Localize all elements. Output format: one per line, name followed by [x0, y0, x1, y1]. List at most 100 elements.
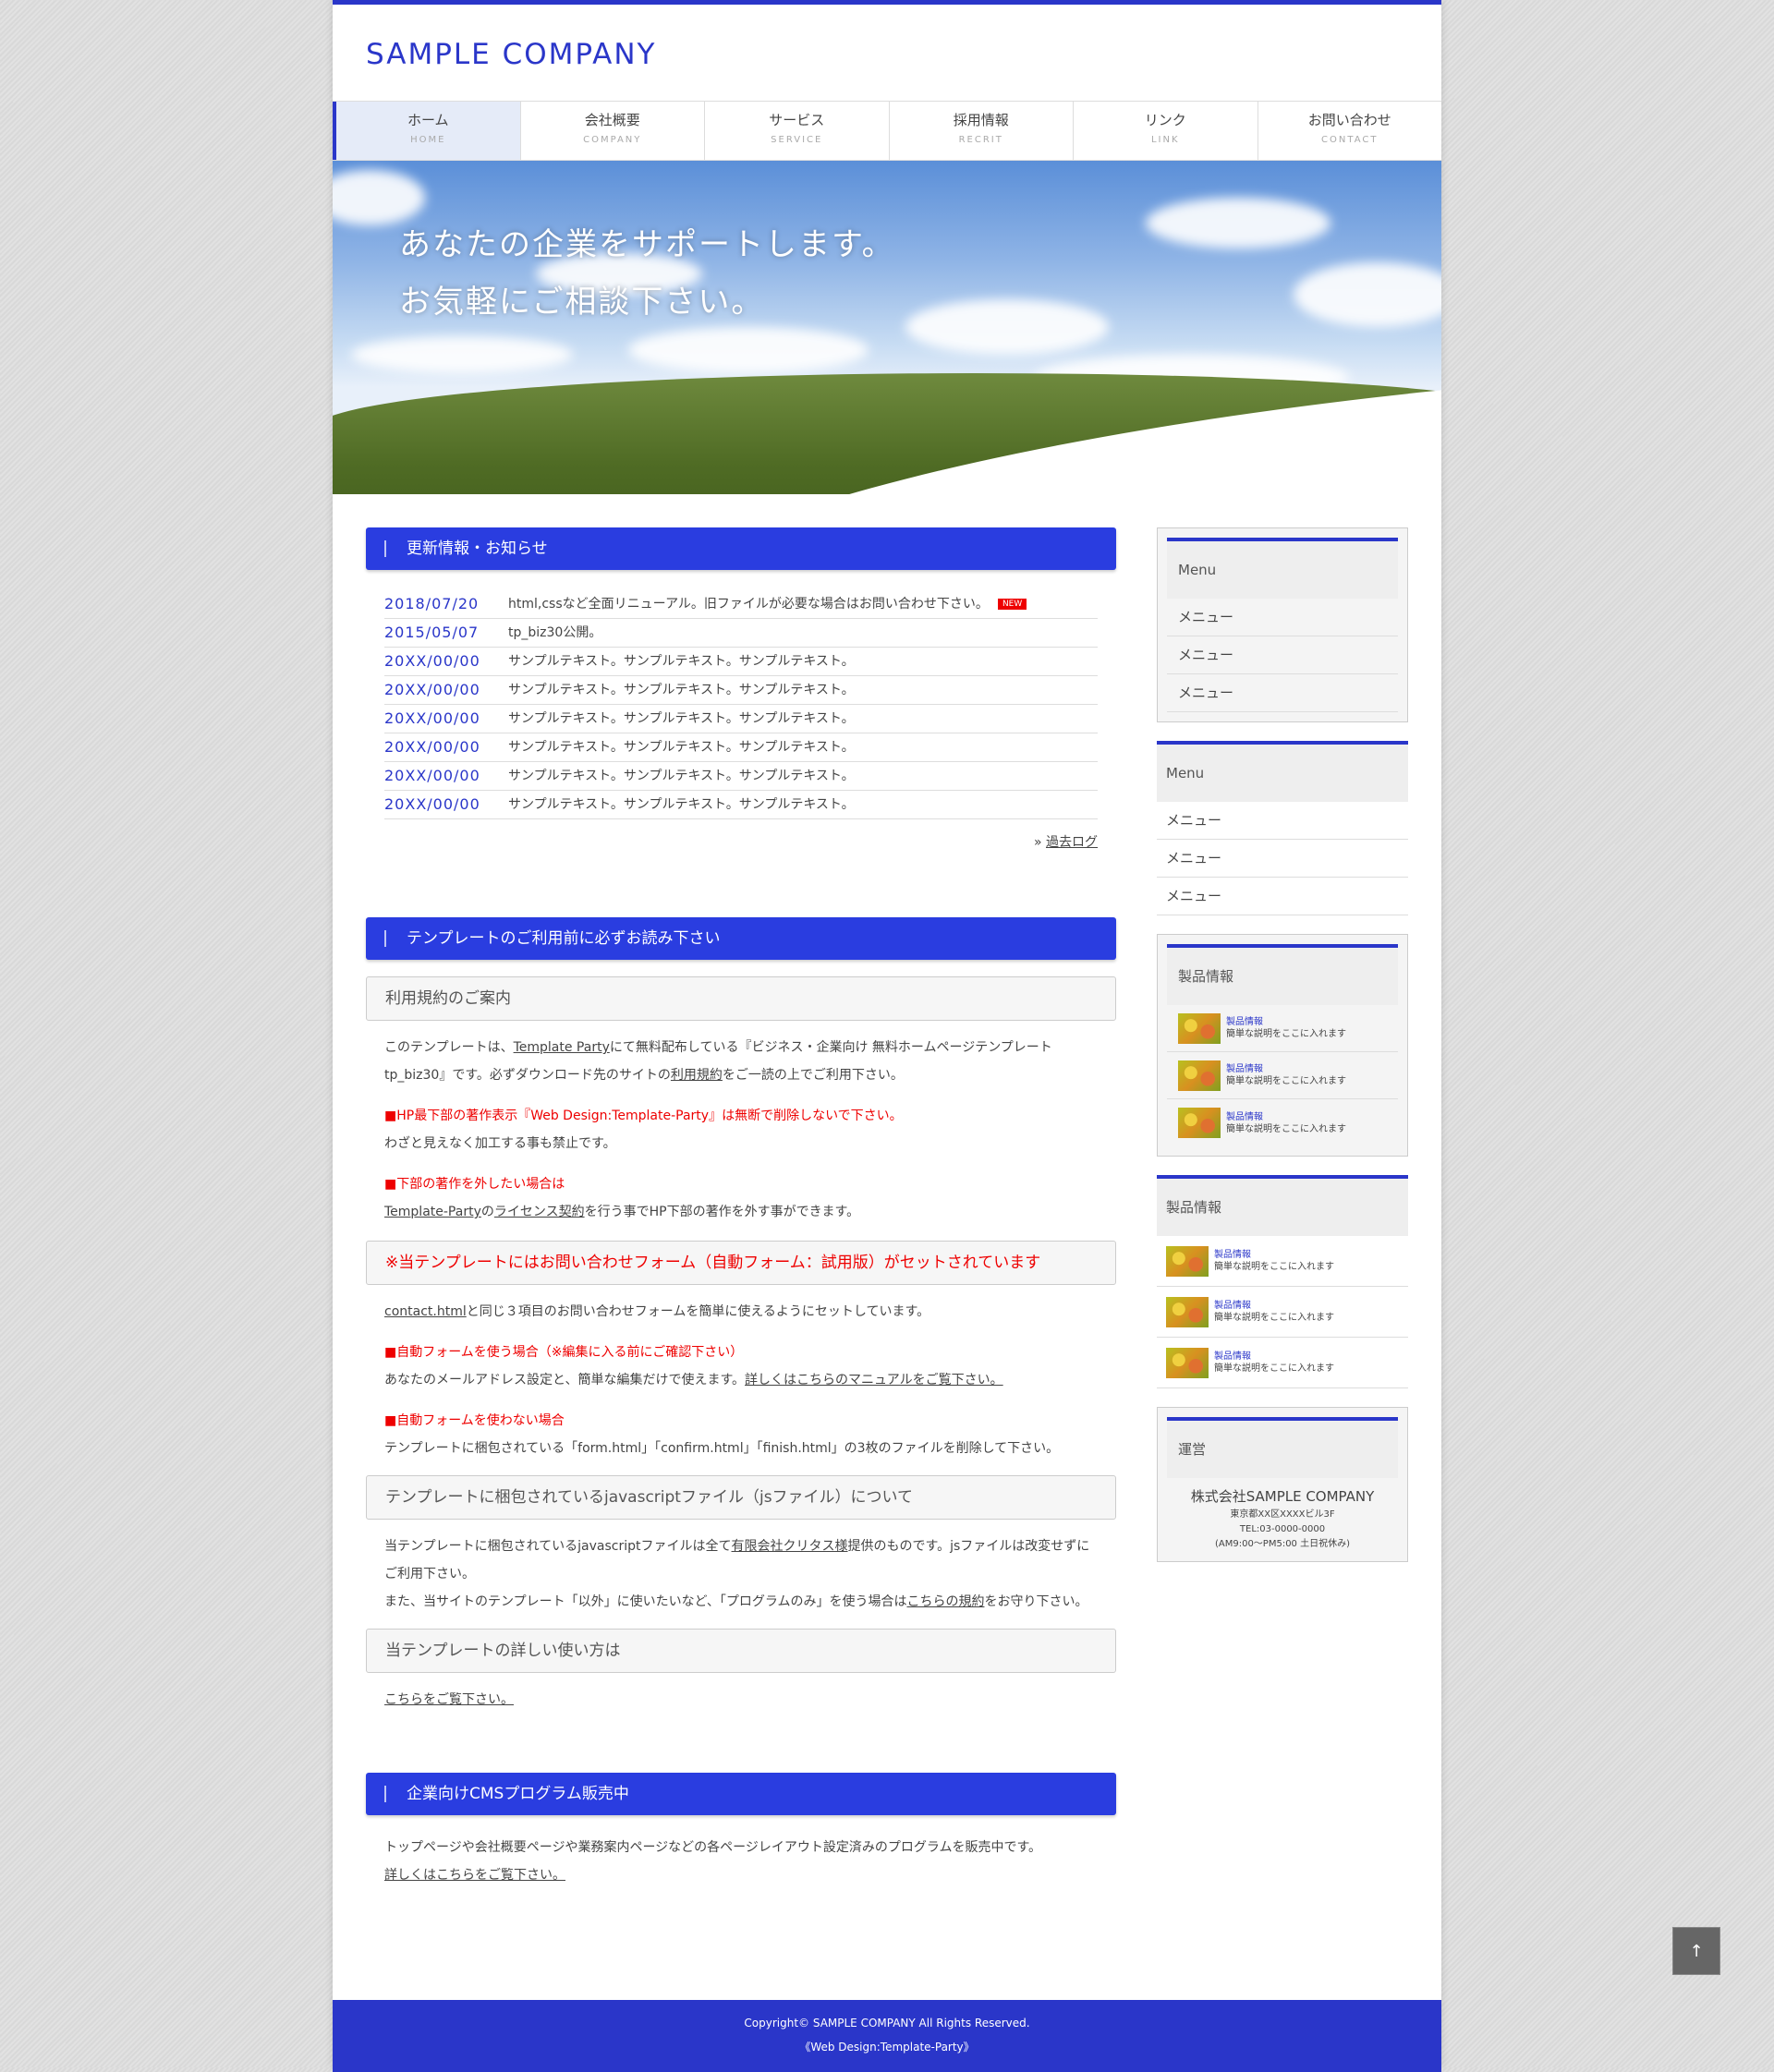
- product-item[interactable]: 製品情報 簡単な説明をここに入れます: [1167, 1005, 1398, 1052]
- template-party-link[interactable]: Template Party: [514, 1040, 610, 1055]
- product-name[interactable]: 製品情報: [1226, 1111, 1346, 1123]
- news-item: 20XX/00/00 サンプルテキスト。サンプルテキスト。サンプルテキスト。: [384, 733, 1098, 762]
- nav-sublabel: CONTACT: [1321, 135, 1379, 145]
- form-use-note: ■自動フォームを使う場合（※編集に入る前にご確認下さい）: [384, 1345, 744, 1361]
- news-item: 20XX/00/00 サンプルテキスト。サンプルテキスト。サンプルテキスト。: [384, 676, 1098, 705]
- news-item: 20XX/00/00 サンプルテキスト。サンプルテキスト。サンプルテキスト。: [384, 791, 1098, 819]
- news-date: 2015/05/07: [384, 624, 480, 642]
- nav-contact[interactable]: お問い合わせ CONTACT: [1257, 102, 1442, 160]
- nav-sublabel: SERVICE: [771, 135, 823, 145]
- product-name[interactable]: 製品情報: [1214, 1351, 1334, 1363]
- license-text: Template-Partyのライセンス契約を行う事でHP下部の著作を外す事がで…: [384, 1198, 1098, 1226]
- news-item: 20XX/00/00 サンプルテキスト。サンプルテキスト。サンプルテキスト。: [384, 705, 1098, 733]
- product-item[interactable]: 製品情報 簡単な説明をここに入れます: [1157, 1236, 1408, 1287]
- operator-info: 株式会社SAMPLE COMPANY 東京都XX区XXXXビル3F TEL:03…: [1167, 1478, 1398, 1552]
- usage-subheading: 当テンプレートの詳しい使い方は: [366, 1629, 1116, 1674]
- product-item[interactable]: 製品情報 簡単な説明をここに入れます: [1167, 1052, 1398, 1099]
- nav-label: 会社概要: [584, 112, 640, 128]
- product-item[interactable]: 製品情報 簡単な説明をここに入れます: [1157, 1338, 1408, 1388]
- new-badge: NEW: [997, 598, 1027, 610]
- footer: Copyright© SAMPLE COMPANY All Rights Res…: [333, 2000, 1441, 2072]
- catch-line: あなたの企業をサポートします。: [399, 226, 895, 263]
- nav-recruit[interactable]: 採用情報 RECRIT: [888, 102, 1074, 160]
- site-logo[interactable]: SAMPLE COMPANY: [366, 32, 656, 79]
- more-arrow: »: [1033, 835, 1042, 850]
- cloud: [905, 299, 1109, 355]
- news-body: html,cssなど全面リニューアル。旧ファイルが必要な場合はお問い合わせ下さい…: [508, 596, 989, 612]
- remove-credit-note: ■下部の著作を外したい場合は: [384, 1177, 565, 1193]
- sidebar-menu-item[interactable]: メニュー: [1157, 802, 1408, 840]
- header: SAMPLE COMPANY: [333, 5, 1441, 97]
- sidebar-menu-item[interactable]: メニュー: [1157, 878, 1408, 915]
- product-thumbnail: [1166, 1245, 1209, 1277]
- js-terms-text: また、当サイトのテンプレート「以外」に使いたいなど、「プログラムのみ」を使う場合…: [384, 1588, 1098, 1616]
- terms-subheading: 利用規約のご案内: [366, 976, 1116, 1022]
- cms-link-row: 詳しくはこちらをご覧下さい。: [384, 1861, 1098, 1889]
- product-item[interactable]: 製品情報 簡単な説明をここに入れます: [1167, 1099, 1398, 1146]
- usage-link[interactable]: こちらをご覧下さい。: [384, 1692, 514, 1707]
- archive-link-row: » 過去ログ: [366, 832, 1098, 853]
- product-desc: 簡単な説明をここに入れます: [1226, 1029, 1346, 1039]
- sidebar-menu-item[interactable]: メニュー: [1157, 840, 1408, 878]
- product-thumbnail: [1178, 1012, 1221, 1044]
- product-thumbnail: [1178, 1108, 1221, 1138]
- copyright: Copyright© SAMPLE COMPANY All Rights Res…: [744, 2017, 1030, 2030]
- page-container: SAMPLE COMPANY ホーム HOME 会社概要 COMPANY サービス S…: [333, 0, 1441, 2072]
- news-item: 2018/07/20 html,cssなど全面リニューアル。旧ファイルが必要な場合…: [384, 590, 1098, 619]
- license-link[interactable]: ライセンス契約: [494, 1205, 585, 1219]
- nav-label: リンク: [1144, 112, 1186, 128]
- page-top-button[interactable]: ↑: [1672, 1927, 1720, 1975]
- nav-label: ホーム: [407, 112, 449, 128]
- product-item[interactable]: 製品情報 簡単な説明をここに入れます: [1157, 1287, 1408, 1338]
- main-content: 更新情報・お知らせ 2018/07/20 html,cssなど全面リニューアル。旧…: [366, 527, 1116, 1889]
- cloud: [628, 327, 869, 373]
- sidebar-menu-item[interactable]: メニュー: [1167, 636, 1398, 674]
- operator-title: 運営: [1167, 1417, 1398, 1478]
- product-desc: 簡単な説明をここに入れます: [1214, 1262, 1334, 1272]
- nav-label: 採用情報: [953, 112, 1009, 128]
- design-credit[interactable]: 《Web Design:Template-Party》: [333, 2035, 1441, 2059]
- sidebar-menu-box: Menu メニュー メニュー メニュー: [1157, 527, 1408, 722]
- product-name[interactable]: 製品情報: [1214, 1300, 1334, 1312]
- manual-text: あなたのメールアドレス設定と、簡単な編集だけで使えます。詳しくはこちらのマニュア…: [384, 1366, 1098, 1394]
- sidebar-menu-item[interactable]: メニュー: [1167, 674, 1398, 712]
- nav-sublabel: RECRIT: [958, 135, 1003, 145]
- sidebar-menu-item[interactable]: メニュー: [1167, 599, 1398, 636]
- nav-service[interactable]: サービス SERVICE: [704, 102, 889, 160]
- product-name[interactable]: 製品情報: [1226, 1063, 1346, 1075]
- cloud: [1146, 198, 1330, 248]
- text: また、当サイトのテンプレート「以外」に使いたいなど、「プログラムのみ」を使う場合…: [384, 1594, 907, 1610]
- news-date: 20XX/00/00: [384, 795, 480, 814]
- nav-label: お問い合わせ: [1307, 112, 1391, 128]
- text: と同じ３項目のお問い合わせフォームを簡単に使えるようにセットしています。: [466, 1304, 930, 1320]
- contact-html-link[interactable]: contact.html: [384, 1304, 467, 1319]
- template-heading: テンプレートのご利用前に必ずお読み下さい: [366, 917, 1116, 961]
- news-text: html,cssなど全面リニューアル。旧ファイルが必要な場合はお問い合わせ下さい…: [508, 594, 1098, 614]
- usage-text: こちらをご覧下さい。: [384, 1686, 1098, 1714]
- main-nav: ホーム HOME 会社概要 COMPANY サービス SERVICE 採用情報 RECR…: [333, 101, 1441, 161]
- js-terms-link[interactable]: こちらの規約: [906, 1594, 984, 1609]
- template-party-link[interactable]: Template-Party: [384, 1205, 481, 1219]
- kuritasu-link[interactable]: 有限会社クリタス様: [732, 1539, 848, 1554]
- cms-heading: 企業向けCMSプログラム販売中: [366, 1773, 1116, 1816]
- manual-link[interactable]: 詳しくはこちらのマニュアルをご覧下さい。: [745, 1373, 1003, 1387]
- operator-tel: TEL:03-0000-0000: [1239, 1524, 1326, 1534]
- news-item: 2015/05/07 tp_biz30公開。: [384, 619, 1098, 648]
- product-desc: 簡単な説明をここに入れます: [1214, 1363, 1334, 1374]
- product-thumbnail: [1166, 1296, 1209, 1327]
- product-name[interactable]: 製品情報: [1214, 1249, 1334, 1261]
- terms-link[interactable]: 利用規約: [671, 1068, 723, 1083]
- text: をお守り下さい。: [984, 1594, 1088, 1610]
- news-text: tp_biz30公開。: [508, 624, 602, 640]
- js-text: 当テンプレートに梱包されているjavascriptファイルは全て有限会社クリタス…: [384, 1533, 1098, 1588]
- archive-link[interactable]: 過去ログ: [1046, 835, 1098, 850]
- nav-company[interactable]: 会社概要 COMPANY: [519, 102, 705, 160]
- text: あなたのメールアドレス設定と、簡単な編集だけで使えます。: [384, 1373, 746, 1388]
- nav-link[interactable]: リンク LINK: [1073, 102, 1258, 160]
- cms-link[interactable]: 詳しくはこちらをご覧下さい。: [384, 1868, 565, 1883]
- cloud: [351, 336, 573, 373]
- nav-home[interactable]: ホーム HOME: [333, 102, 520, 160]
- product-name[interactable]: 製品情報: [1226, 1016, 1346, 1028]
- form-text: contact.htmlと同じ３項目のお問い合わせフォームを簡単に使えるようにセ…: [384, 1298, 1098, 1326]
- hero-image: あなたの企業をサポートします。 お気軽にご相談下さい。: [333, 161, 1441, 494]
